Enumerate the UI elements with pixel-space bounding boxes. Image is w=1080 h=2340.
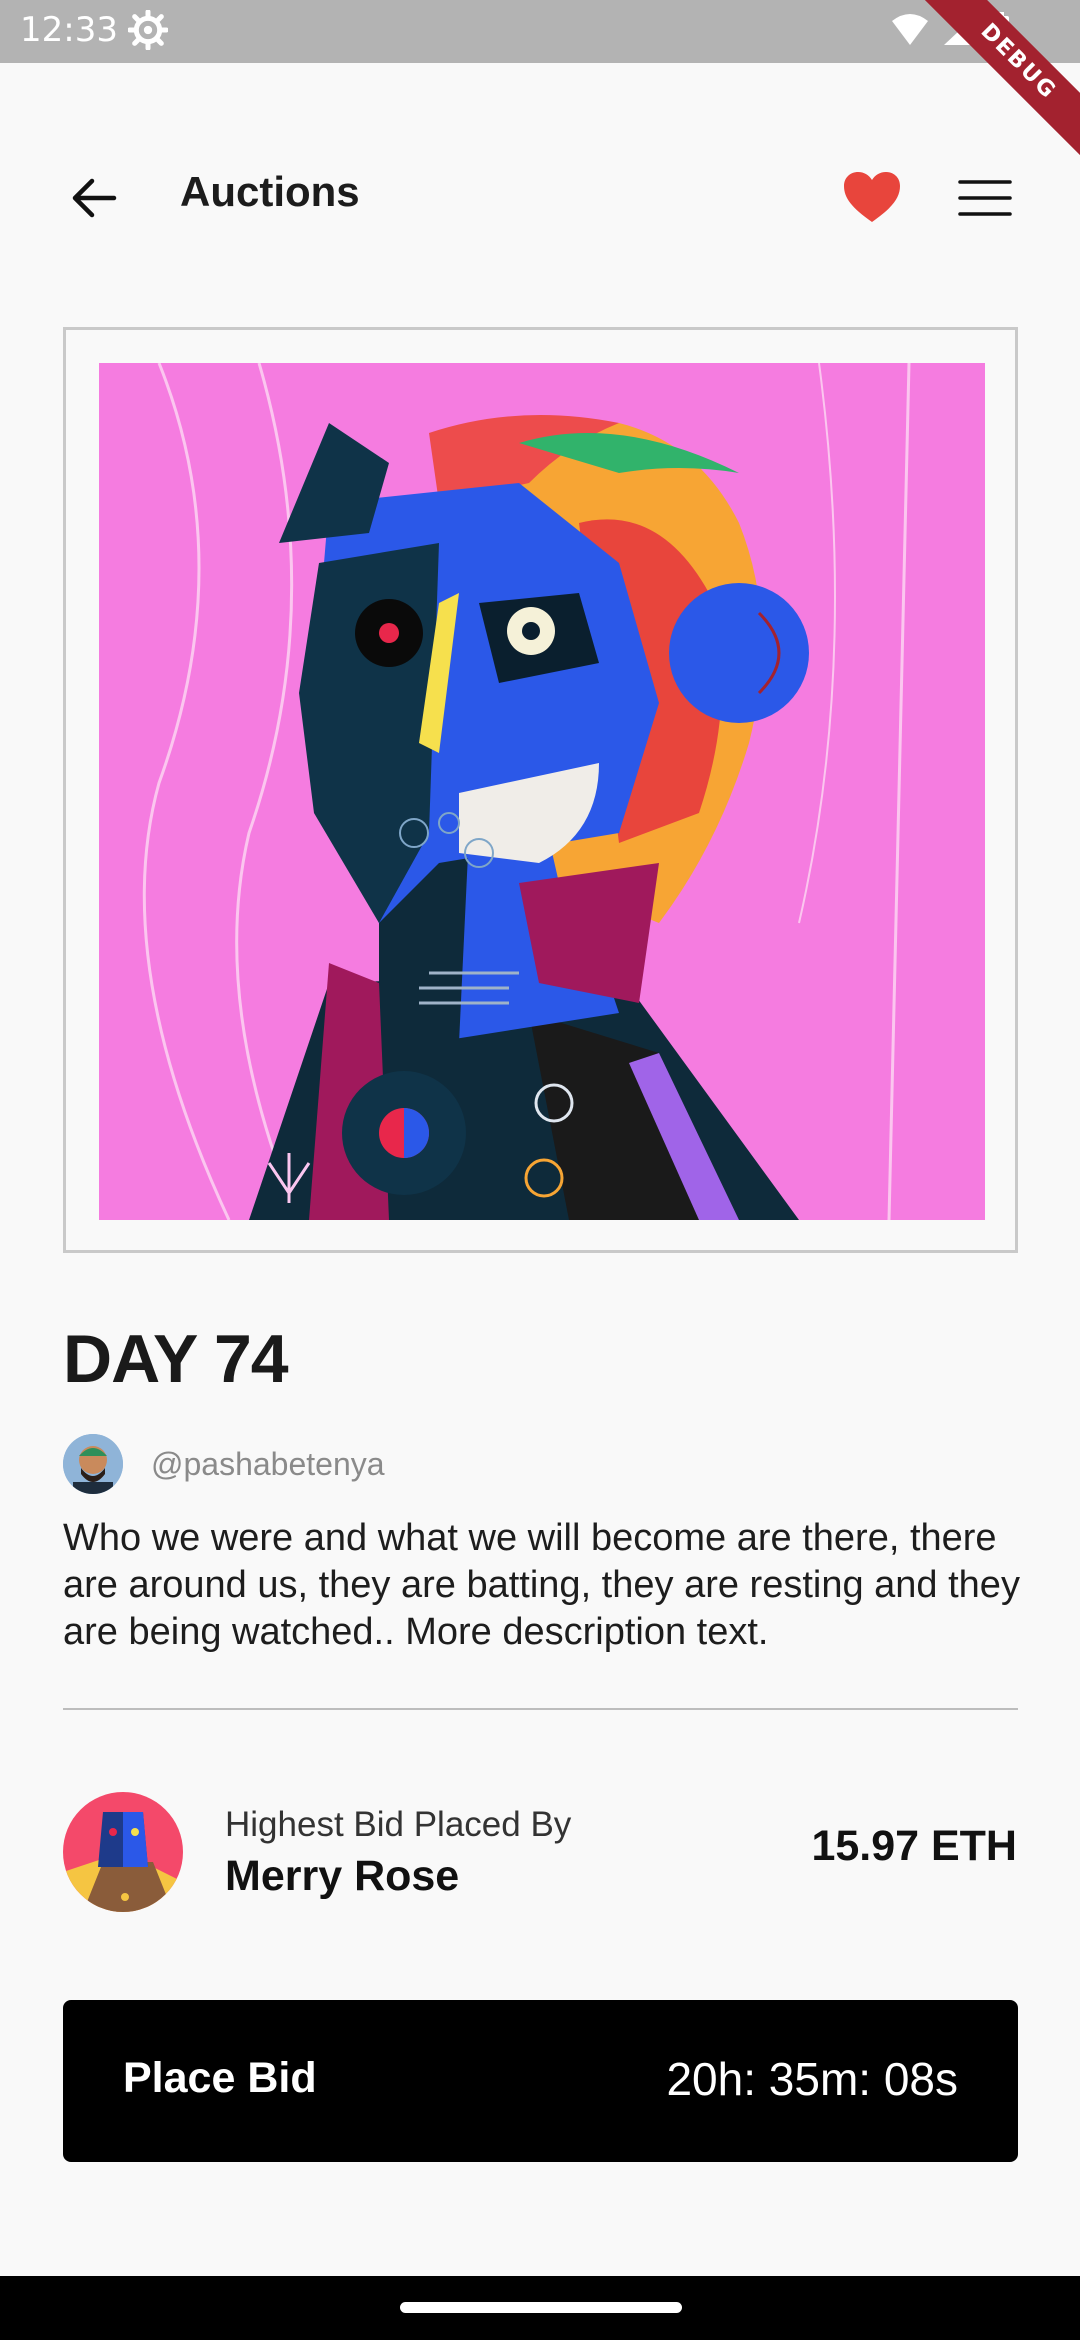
artwork-image[interactable] [99, 363, 985, 1220]
bid-amount: 15.97 ETH [811, 1822, 1017, 1870]
heart-icon[interactable] [842, 170, 902, 226]
place-bid-button[interactable]: Place Bid 20h: 35m: 08s [63, 2000, 1018, 2162]
menu-icon[interactable] [958, 176, 1012, 220]
artwork-frame [63, 327, 1018, 1253]
bid-caption: Highest Bid Placed By [225, 1805, 572, 1844]
divider [63, 1708, 1018, 1710]
arrow-left-icon[interactable] [66, 170, 122, 226]
page-title: Auctions [180, 168, 360, 215]
bidder-name: Merry Rose [225, 1852, 460, 1900]
creator-avatar[interactable] [63, 1434, 123, 1494]
system-nav-bar [0, 2276, 1080, 2340]
place-bid-label: Place Bid [123, 2054, 317, 2102]
home-gesture-pill[interactable] [400, 2302, 682, 2313]
creator-row[interactable]: @pashabetenya [63, 1434, 385, 1494]
artwork-title: DAY 74 [63, 1321, 289, 1397]
app-bar: Auctions [0, 150, 1080, 240]
auction-countdown: 20h: 35m: 08s [666, 2053, 958, 2105]
status-bar: 12:33 DEBUG [0, 0, 1080, 163]
settings-icon [128, 10, 168, 50]
artwork-description: Who we were and what we will become are … [63, 1517, 1020, 1653]
status-time: 12:33 [20, 10, 118, 50]
creator-handle[interactable]: @pashabetenya [151, 1446, 385, 1483]
bidder-avatar[interactable] [63, 1792, 183, 1912]
wifi-icon [892, 14, 928, 45]
